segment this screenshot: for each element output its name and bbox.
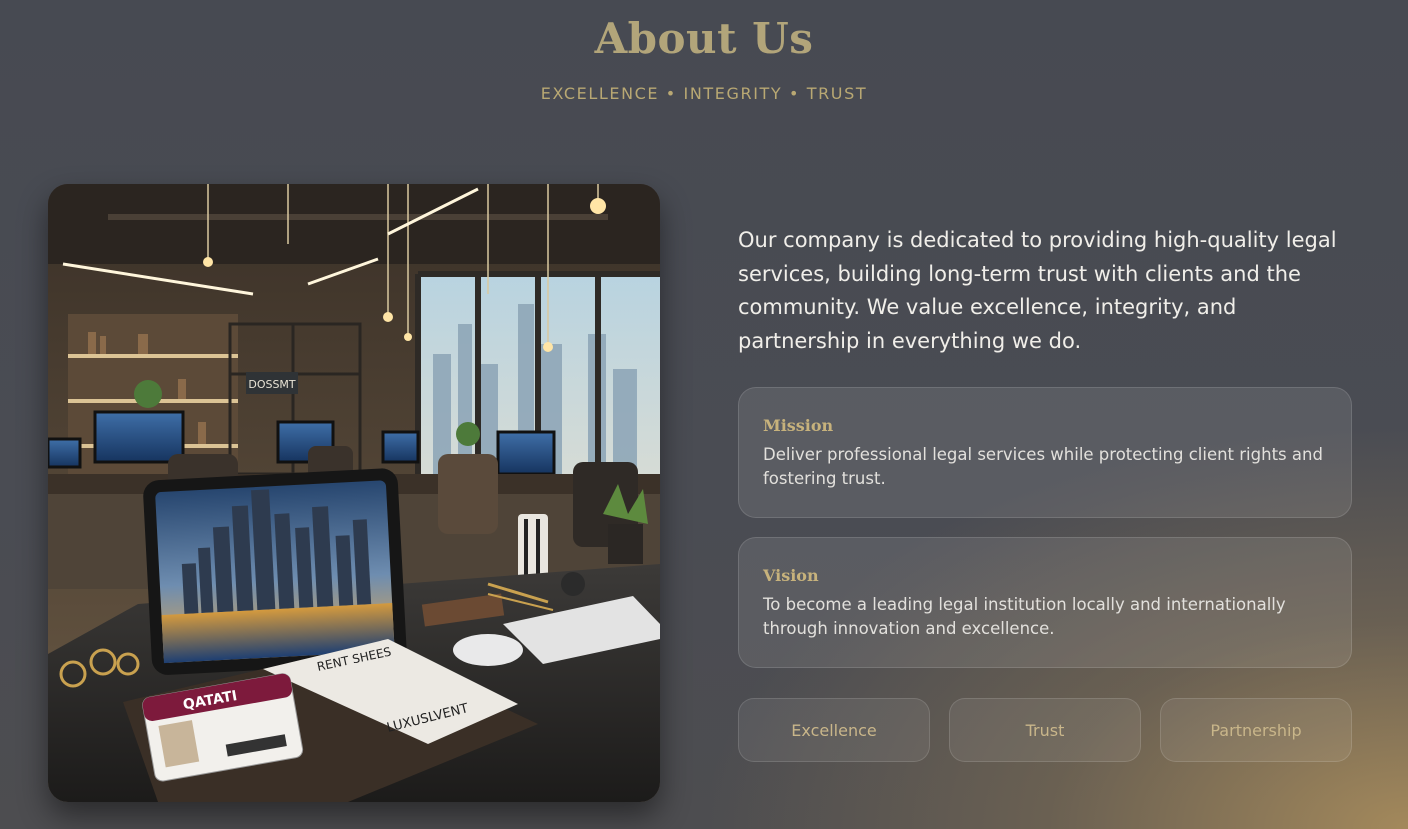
intro-paragraph: Our company is dedicated to providing hi… bbox=[738, 228, 1337, 353]
mission-title: Mission bbox=[763, 416, 834, 435]
value-excellence-button[interactable]: Excellence bbox=[738, 698, 930, 762]
value-partnership-button[interactable]: Partnership bbox=[1160, 698, 1352, 762]
page-title: About Us bbox=[594, 14, 814, 63]
vision-text: To become a leading legal institution lo… bbox=[763, 595, 1286, 638]
office-illustration: DOSSMT RENT SHEES LUXUSLVENT QATATI bbox=[48, 184, 660, 802]
mission-text: Deliver professional legal services whil… bbox=[763, 445, 1323, 488]
vision-title: Vision bbox=[763, 566, 819, 585]
office-sign: DOSSMT bbox=[248, 378, 296, 391]
vision-card: Vision To become a leading legal institu… bbox=[738, 537, 1352, 668]
mission-card: Mission Deliver professional legal servi… bbox=[738, 387, 1352, 518]
tagline: EXCELLENCE • INTEGRITY • TRUST bbox=[540, 84, 868, 103]
value-trust-button[interactable]: Trust bbox=[949, 698, 1141, 762]
